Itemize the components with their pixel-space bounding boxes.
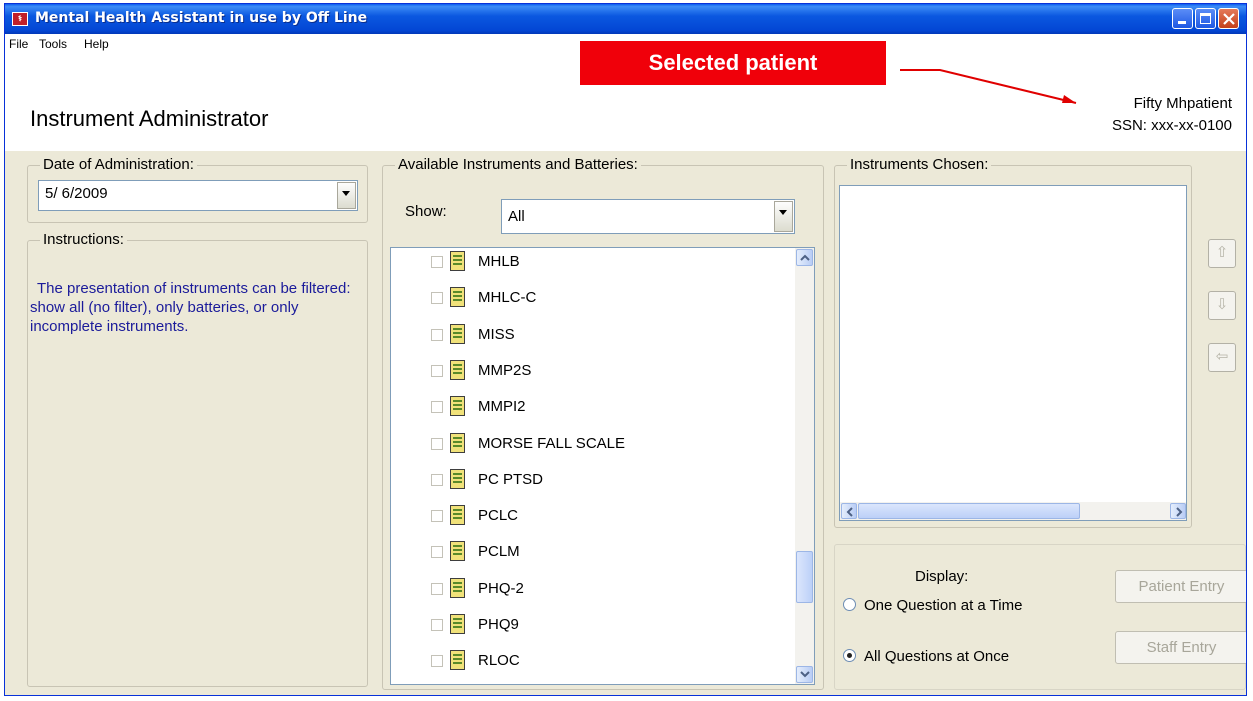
show-filter-value: All (508, 208, 525, 225)
instructions-group: Instructions: The presentation of instru… (27, 231, 368, 687)
scroll-thumb[interactable] (796, 550, 813, 603)
chosen-list[interactable] (839, 185, 1187, 521)
menu-file[interactable]: File (9, 37, 28, 51)
instrument-checkbox[interactable] (431, 473, 443, 486)
instructions-text: The presentation of instruments can be f… (30, 280, 351, 335)
chevron-down-icon[interactable] (337, 182, 356, 209)
radio-one-question-label[interactable]: One Question at a Time (864, 597, 1022, 614)
show-filter-select[interactable]: All (501, 199, 795, 234)
remove-button[interactable]: ⇦ (1208, 343, 1236, 372)
instrument-document-icon (450, 468, 465, 489)
available-legend: Available Instruments and Batteries: (395, 156, 641, 173)
arrow-left-icon: ⇦ (1215, 348, 1229, 365)
radio-all-questions[interactable] (843, 649, 856, 662)
instrument-document-icon (450, 650, 465, 671)
instrument-checkbox[interactable] (431, 328, 443, 341)
instrument-label: PC PTSD (478, 470, 544, 488)
maximize-icon (1200, 13, 1211, 24)
menu-help[interactable]: Help (84, 37, 109, 51)
app-icon[interactable]: ⚕ (12, 12, 28, 26)
minimize-icon (1178, 21, 1186, 24)
chosen-hscrollbar[interactable] (840, 502, 1186, 520)
chevron-up-icon (800, 254, 810, 261)
scroll-down-button[interactable] (796, 666, 813, 683)
move-up-button[interactable]: ⇧ (1208, 239, 1236, 268)
instrument-document-icon (450, 577, 465, 598)
date-legend: Date of Administration: (40, 156, 197, 173)
instrument-list[interactable]: MHLB MHLC-C MISS MMP2S MMPI2 MORSE FALL SCALE… (390, 247, 815, 685)
scroll-up-button[interactable] (796, 249, 813, 266)
instrument-checkbox[interactable] (431, 655, 443, 668)
close-icon (1223, 13, 1235, 25)
scroll-thumb[interactable] (858, 503, 1080, 519)
instrument-label: MHLB (478, 253, 520, 270)
instrument-checkbox[interactable] (431, 292, 443, 305)
radio-one-question[interactable] (843, 598, 856, 611)
instrument-document-icon (450, 541, 465, 562)
app-window: ⚕ Mental Health Assistant in use by Off … (4, 3, 1247, 696)
instrument-label: MMPI2 (478, 398, 526, 416)
instrument-label: MMP2S (478, 361, 532, 379)
instrument-label: MISS (478, 325, 515, 343)
instrument-label: PCLC (478, 507, 519, 525)
window-title: Mental Health Assistant in use by Off Li… (35, 10, 368, 26)
header: Instrument Administrator Selected patien… (5, 41, 1246, 151)
maximize-button[interactable] (1195, 8, 1216, 29)
scroll-right-button[interactable] (1170, 503, 1186, 519)
patient-name: Fifty Mhpatient (1133, 95, 1232, 112)
instrument-document-icon (450, 614, 465, 634)
instrument-label: RLOC (478, 652, 520, 670)
instrument-label: MHLC-C (478, 289, 537, 307)
arrow-down-icon: ⇩ (1215, 296, 1229, 313)
instrument-label: PCLM (478, 543, 520, 561)
instrument-checkbox[interactable] (431, 401, 443, 414)
patient-ssn: SSN: xxx-xx-0100 (1111, 117, 1232, 134)
instrument-document-icon (450, 287, 465, 308)
instrument-document-icon (450, 323, 465, 344)
instrument-document-icon (450, 505, 465, 526)
menu-tools[interactable]: Tools (39, 37, 67, 51)
instrument-checkbox[interactable] (431, 364, 443, 377)
instrument-document-icon (450, 359, 465, 380)
date-value: 5/ 6/2009 (45, 185, 108, 202)
menu-help-label: Help (84, 37, 109, 51)
instrument-label: PHQ9 (478, 616, 519, 633)
chevron-left-icon (846, 507, 853, 517)
instructions-legend: Instructions: (40, 231, 127, 248)
instrument-checkbox[interactable] (431, 546, 443, 559)
instrument-checkbox[interactable] (431, 510, 443, 523)
chevron-right-icon (1176, 507, 1183, 517)
radio-all-questions-label[interactable]: All Questions at Once (864, 648, 1009, 665)
close-button[interactable] (1218, 8, 1239, 29)
instrument-document-icon (450, 251, 465, 271)
scroll-left-button[interactable] (841, 503, 857, 519)
display-group (834, 544, 1246, 690)
date-picker[interactable]: 5/ 6/2009 (38, 180, 358, 211)
instrument-checkbox[interactable] (431, 582, 443, 595)
instrument-checkbox[interactable] (431, 256, 443, 268)
instrument-label: PHQ-2 (478, 579, 524, 597)
staff-entry-button[interactable]: Staff Entry (1115, 631, 1246, 664)
instrument-checkbox[interactable] (431, 619, 443, 631)
chosen-legend: Instruments Chosen: (847, 156, 992, 173)
instrument-document-icon (450, 432, 465, 453)
menu-file-label: File (9, 37, 29, 51)
show-label: Show: (405, 203, 447, 220)
title-bar[interactable]: ⚕ Mental Health Assistant in use by Off … (5, 4, 1246, 34)
instrument-document-icon (450, 396, 465, 417)
menu-tools-label: Tools (39, 37, 68, 51)
instrument-label: MORSE FALL SCALE (478, 434, 625, 452)
display-label: Display: (915, 568, 969, 585)
instrument-checkbox[interactable] (431, 437, 443, 450)
list-scrollbar[interactable] (795, 248, 814, 684)
minimize-button[interactable] (1172, 8, 1193, 29)
chevron-down-icon (800, 671, 810, 678)
move-down-button[interactable]: ⇩ (1208, 291, 1236, 320)
arrow-up-icon: ⇧ (1215, 244, 1229, 261)
patient-entry-button[interactable]: Patient Entry (1115, 570, 1246, 603)
chevron-down-icon[interactable] (774, 201, 793, 232)
